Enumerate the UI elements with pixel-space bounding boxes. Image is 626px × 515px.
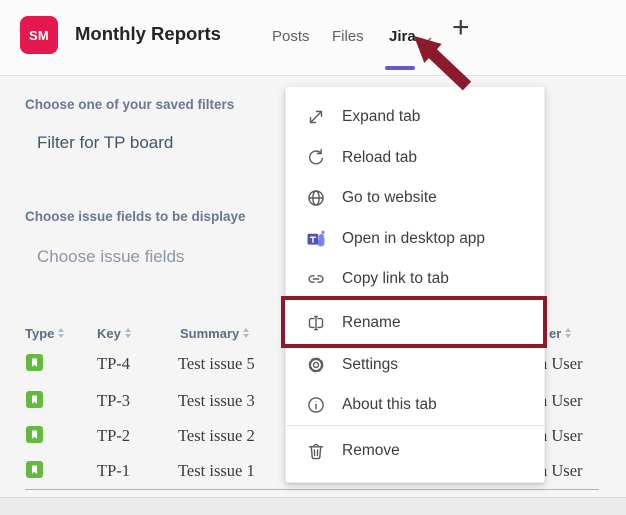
- menu-item-label: Copy link to tab: [342, 270, 449, 288]
- issue-user: n User: [539, 425, 583, 446]
- menu-divider: [286, 425, 544, 426]
- link-icon: [306, 269, 326, 289]
- reload-icon: [306, 148, 326, 168]
- page-title: Monthly Reports: [75, 23, 221, 45]
- issue-key: TP-2: [97, 425, 130, 446]
- tab-context-menu: Expand tab Reload tab Go to website: [285, 86, 545, 483]
- issue-summary: Test issue 2: [178, 425, 255, 446]
- menu-item-settings[interactable]: Settings: [286, 345, 544, 385]
- issue-fields-select[interactable]: Choose issue fields: [37, 247, 184, 267]
- info-icon: [306, 395, 326, 415]
- issue-user: n User: [539, 460, 583, 481]
- column-header-user-fragment[interactable]: er: [549, 324, 571, 342]
- issue-user: n User: [539, 390, 583, 411]
- menu-item-reload-tab[interactable]: Reload tab: [286, 138, 544, 178]
- add-tab-button[interactable]: +: [452, 13, 470, 43]
- menu-item-label: Remove: [342, 442, 400, 460]
- active-tab-indicator: [385, 66, 415, 70]
- saved-filters-label: Choose one of your saved filters: [25, 97, 234, 112]
- menu-item-label: Go to website: [342, 189, 437, 207]
- menu-item-copy-link-to-tab[interactable]: Copy link to tab: [286, 259, 544, 299]
- saved-filters-select[interactable]: Filter for TP board: [37, 133, 173, 153]
- settings-icon: [306, 355, 326, 375]
- issue-key: TP-3: [97, 390, 130, 411]
- menu-item-label: About this tab: [342, 396, 437, 414]
- column-header-label: er: [549, 326, 561, 341]
- story-icon: [26, 461, 43, 478]
- teams-icon: [306, 229, 326, 249]
- menu-item-rename[interactable]: Rename: [286, 303, 544, 343]
- tab-jira[interactable]: Jira: [389, 28, 416, 45]
- tab-posts[interactable]: Posts: [272, 28, 310, 45]
- issue-summary: Test issue 5: [178, 353, 255, 374]
- issue-key: TP-1: [97, 460, 130, 481]
- menu-item-about-this-tab[interactable]: About this tab: [286, 385, 544, 425]
- menu-item-label: Settings: [342, 356, 398, 374]
- story-icon: [26, 391, 43, 408]
- menu-item-label: Rename: [342, 314, 401, 332]
- rename-icon: [306, 313, 326, 333]
- issue-fields-label: Choose issue fields to be displaye: [25, 209, 246, 224]
- sort-icon: [125, 328, 131, 338]
- window-bottom-strip: [0, 497, 626, 515]
- menu-item-remove[interactable]: Remove: [286, 431, 544, 471]
- channel-avatar[interactable]: SM: [20, 16, 58, 54]
- issue-summary: Test issue 3: [178, 390, 255, 411]
- menu-item-label: Expand tab: [342, 108, 420, 126]
- column-header-summary[interactable]: Summary: [180, 324, 249, 342]
- globe-icon: [306, 188, 326, 208]
- tab-files[interactable]: Files: [332, 28, 364, 45]
- column-header-key[interactable]: Key: [97, 324, 131, 342]
- issue-summary: Test issue 1: [178, 460, 255, 481]
- menu-item-label: Open in desktop app: [342, 230, 485, 248]
- column-header-label: Type: [25, 326, 54, 341]
- story-icon: [26, 354, 43, 371]
- sort-icon: [58, 328, 64, 338]
- column-header-type[interactable]: Type: [25, 324, 64, 342]
- expand-icon: [306, 107, 326, 127]
- teams-channel-window: SM Monthly Reports Posts Files Jira + Ch…: [0, 0, 626, 515]
- sort-icon: [243, 328, 249, 338]
- chevron-down-icon[interactable]: [420, 32, 432, 50]
- column-header-label: Key: [97, 326, 121, 341]
- table-bottom-border: [25, 489, 599, 490]
- sort-icon: [565, 328, 571, 338]
- story-icon: [26, 426, 43, 443]
- issue-user: n User: [539, 353, 583, 374]
- trash-icon: [306, 441, 326, 461]
- column-header-label: Summary: [180, 326, 239, 341]
- menu-item-go-to-website[interactable]: Go to website: [286, 178, 544, 218]
- menu-item-open-in-desktop-app[interactable]: Open in desktop app: [286, 219, 544, 259]
- menu-item-label: Reload tab: [342, 149, 417, 167]
- menu-item-expand-tab[interactable]: Expand tab: [286, 97, 544, 137]
- issue-key: TP-4: [97, 353, 130, 374]
- channel-header: SM Monthly Reports Posts Files Jira +: [0, 0, 626, 76]
